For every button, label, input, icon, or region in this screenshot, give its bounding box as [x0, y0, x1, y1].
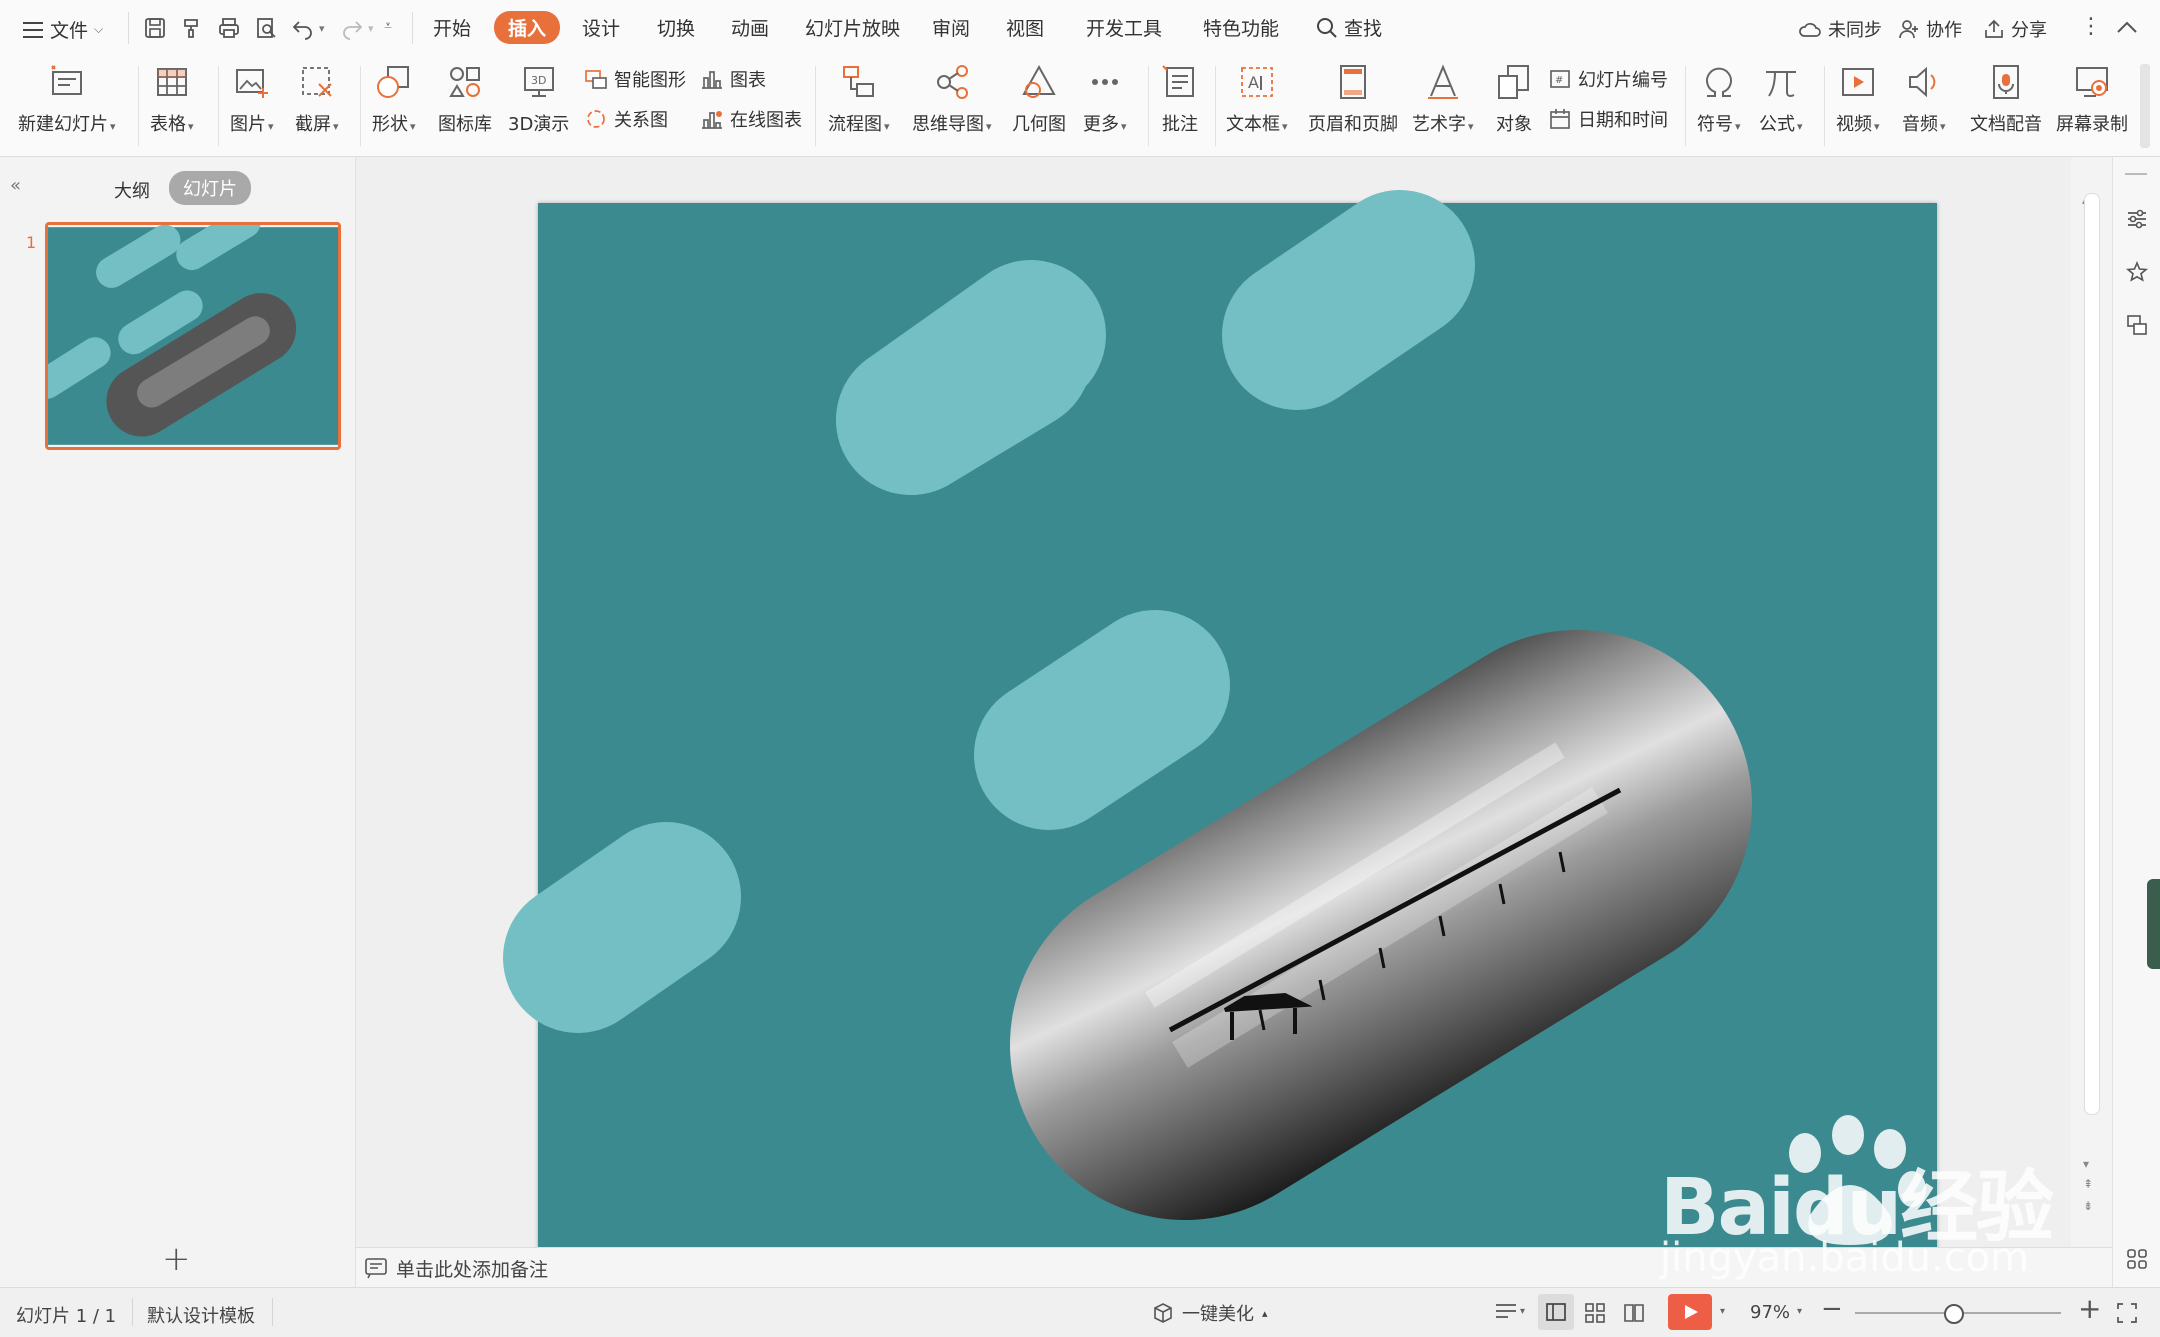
notes-toggle-icon[interactable] [1494, 1302, 1518, 1322]
right-sidebar [2112, 157, 2160, 1287]
grid-apps-icon[interactable] [2125, 1247, 2149, 1271]
slide-sorter-icon[interactable] [1583, 1301, 1607, 1325]
divider [132, 1298, 133, 1326]
zoom-in-icon[interactable]: + [2078, 1292, 2101, 1325]
zoom-level[interactable]: 97% [1750, 1302, 1790, 1323]
fit-window-icon[interactable] [2116, 1302, 2138, 1324]
slideshow-dropdown-icon[interactable]: ▾ [1720, 1306, 1725, 1317]
notes-placeholder: 单击此处添加备注 [396, 1258, 549, 1281]
notes-toggle-caret[interactable]: ▾ [1520, 1306, 1525, 1317]
watermark-url: jingyan.baidu.com [1660, 1235, 2030, 1281]
zoom-slider-thumb[interactable] [1944, 1304, 1964, 1324]
pill-shape[interactable] [836, 260, 1106, 495]
beautify-button[interactable]: 一键美化 ▴ [1152, 1300, 1268, 1326]
cube-icon [1154, 1303, 1172, 1323]
normal-view-icon [1546, 1303, 1566, 1321]
baidu-jingyan-watermark: Baidu经验 jingyan.baidu.com [1650, 1105, 2100, 1285]
caret-up-icon: ▴ [1262, 1306, 1268, 1320]
notes-icon [365, 1258, 387, 1279]
beautify-label: 一键美化 [1182, 1304, 1254, 1325]
zoom-out-icon[interactable]: − [1821, 1294, 1843, 1324]
floating-tool-tab[interactable] [2147, 879, 2160, 969]
divider [272, 1298, 273, 1326]
settings-sliders-icon[interactable] [2125, 207, 2149, 231]
status-bar: 幻灯片 1 / 1 默认设计模板 一键美化 ▴ ▾ ▾ 97% ▾ − + [0, 1287, 2160, 1337]
reading-view-icon[interactable] [1622, 1301, 1646, 1325]
slide-counter: 幻灯片 1 / 1 [16, 1306, 117, 1327]
template-name[interactable]: 默认设计模板 [147, 1302, 255, 1328]
pier-photo-pill[interactable] [1010, 630, 1752, 1220]
sidebar-handle [2125, 173, 2147, 175]
normal-view-button[interactable] [1538, 1294, 1574, 1330]
animation-star-icon[interactable] [2125, 260, 2149, 284]
zoom-dropdown-icon[interactable]: ▾ [1797, 1306, 1802, 1317]
transition-icon[interactable] [2125, 313, 2149, 337]
scrollbar-thumb[interactable] [2084, 193, 2100, 1115]
play-icon [1685, 1305, 1698, 1319]
pill-shape[interactable] [1222, 190, 1475, 410]
vertical-scrollbar[interactable]: ▴ ▾ ⇞ ⇟ [2071, 157, 2111, 1247]
pill-shape[interactable] [974, 610, 1230, 830]
pill-shape[interactable] [503, 822, 741, 1033]
play-slideshow-button[interactable] [1668, 1294, 1712, 1330]
